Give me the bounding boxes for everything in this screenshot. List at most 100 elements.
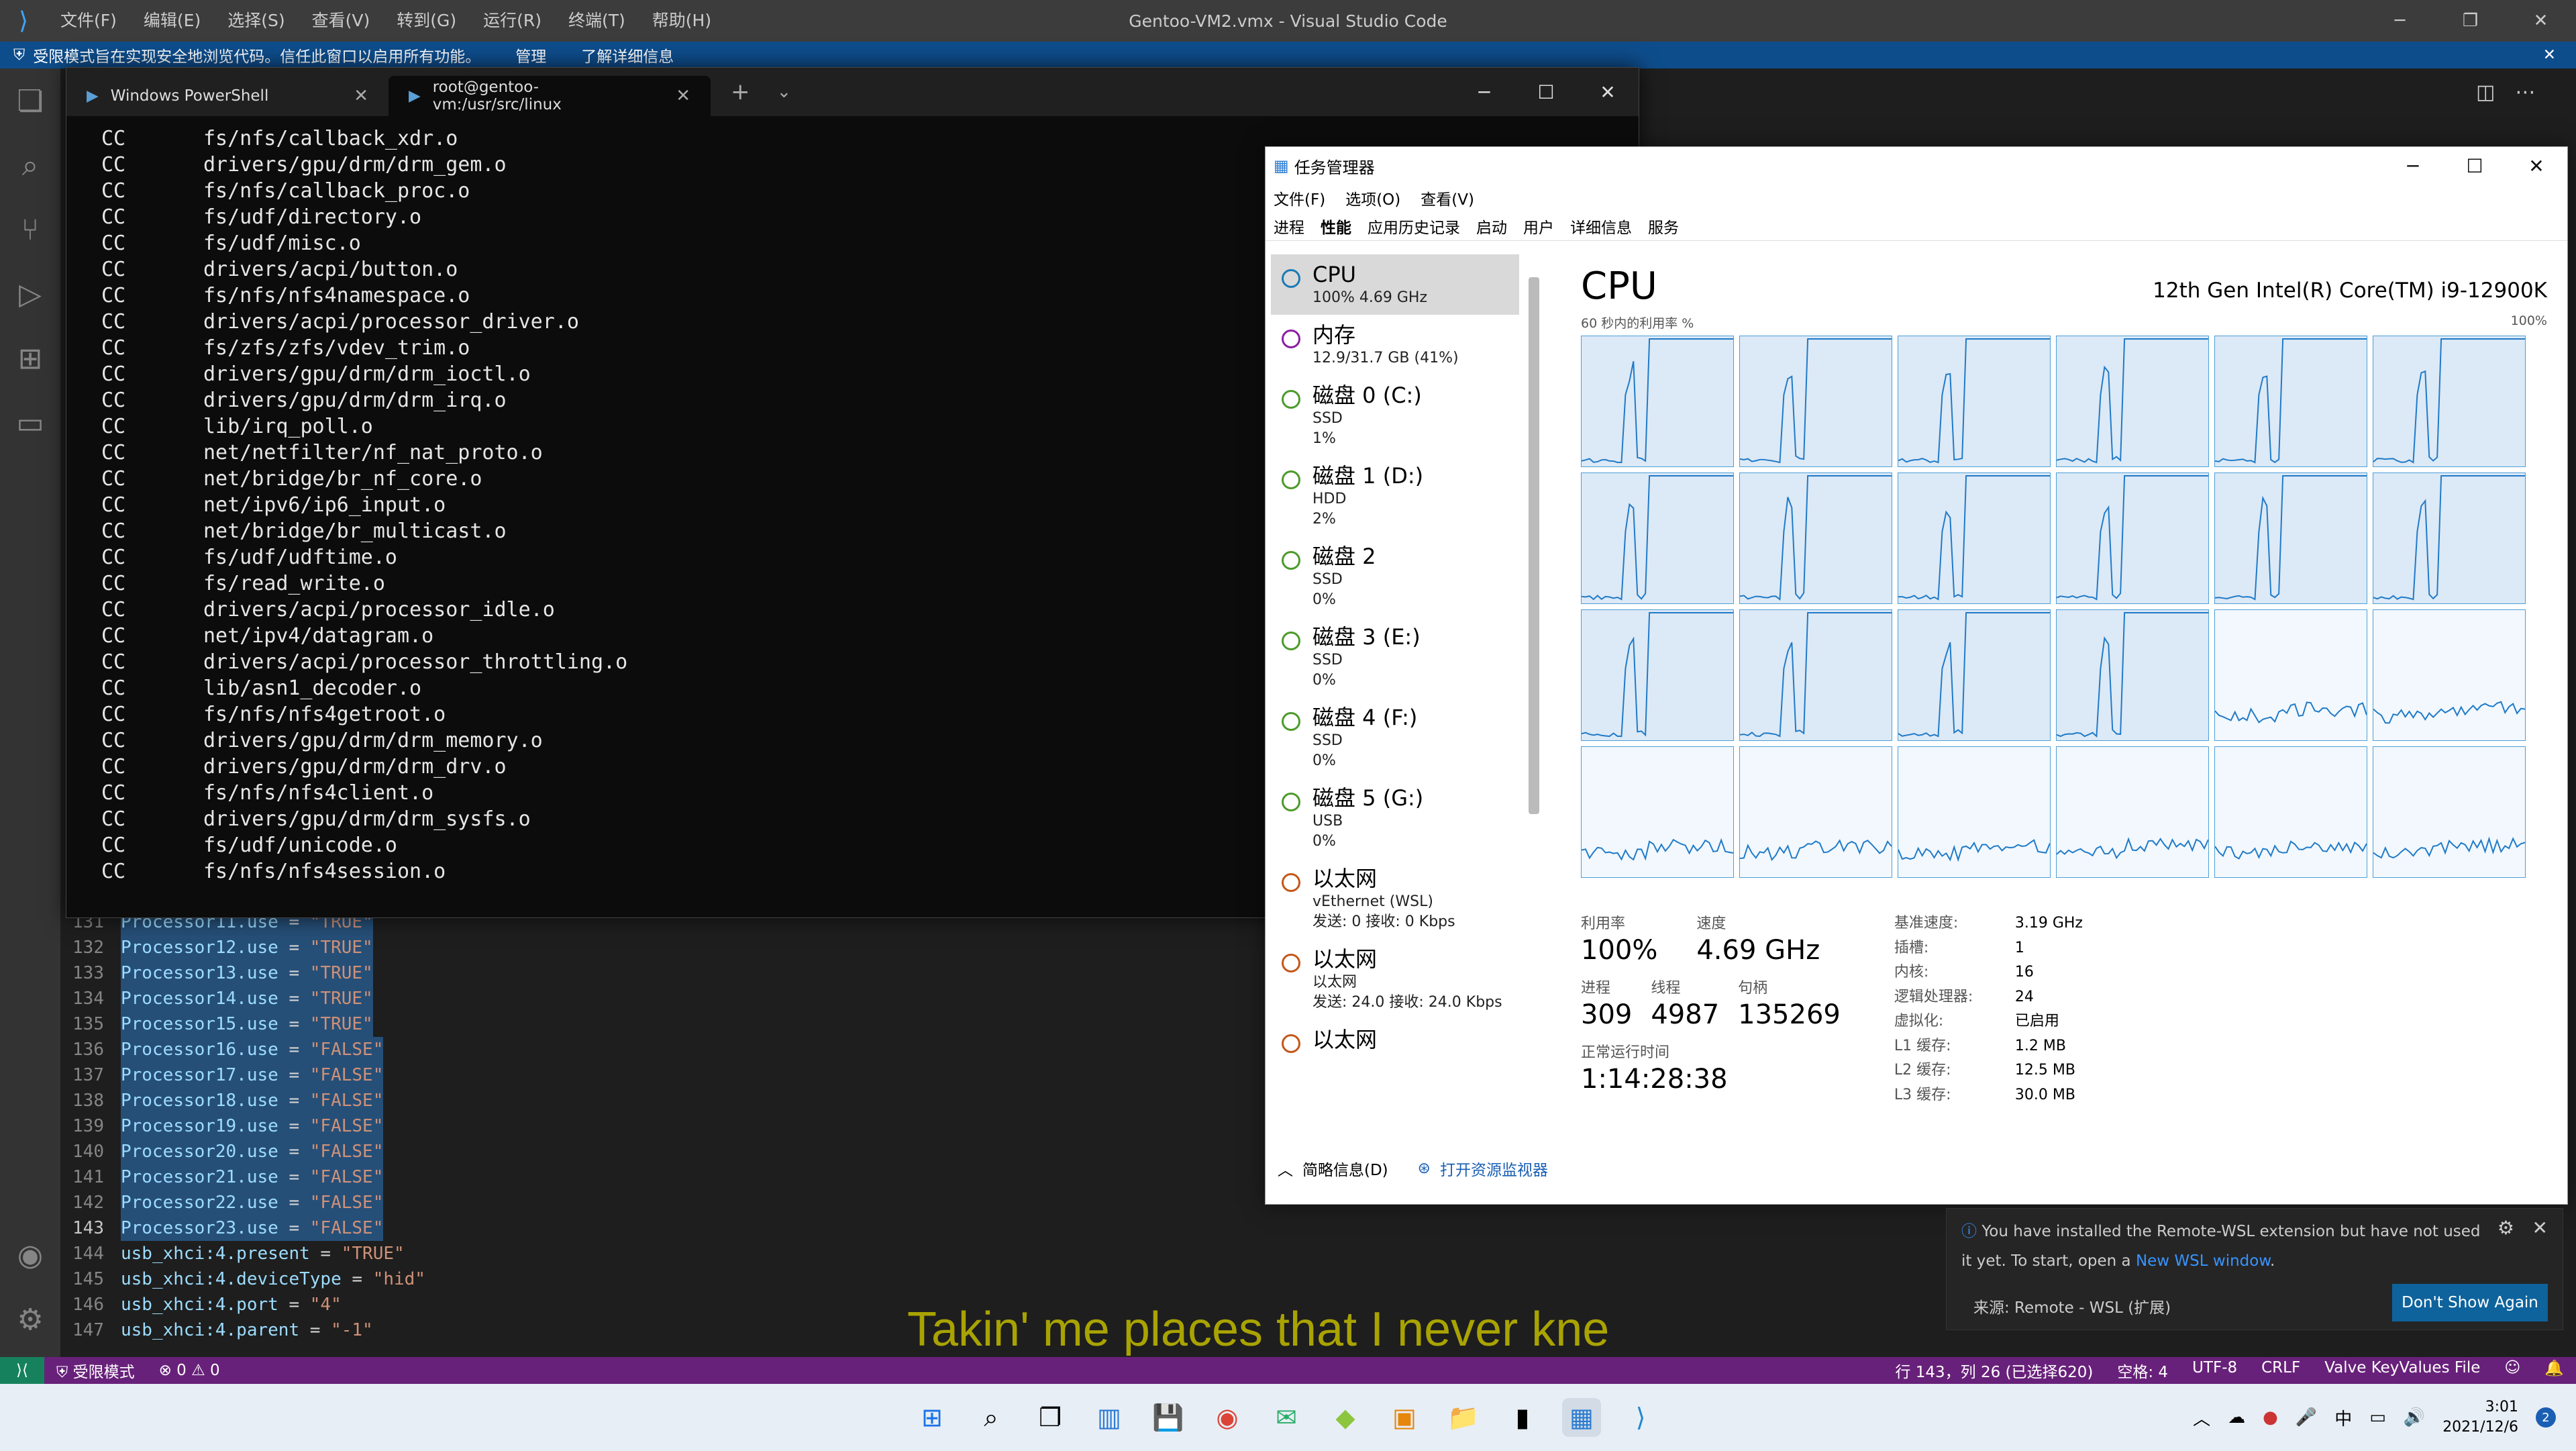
task-manager-window[interactable]: ▦ 任务管理器 ─ ☐ ✕ 文件(F) 选项(O) 查看(V) 进程 性能 应用历史记录… [1265, 146, 2568, 1205]
cursor-position[interactable]: 行 143，列 26 (已选择620) [1883, 1359, 2105, 1382]
language-mode[interactable]: Valve KeyValues File [2312, 1359, 2492, 1382]
task-view-icon[interactable]: ❐ [1031, 1398, 1070, 1437]
chrome-icon[interactable]: ◉ [1208, 1398, 1247, 1437]
settings-gear-icon[interactable]: ⚙ [0, 1287, 60, 1352]
taskmgr-close-button[interactable]: ✕ [2506, 147, 2567, 185]
menu-item[interactable]: 编辑(E) [130, 0, 214, 42]
resource-item[interactable]: CPU 100% 4.69 GHz [1271, 254, 1519, 315]
notification-close-icon[interactable]: ✕ [2532, 1217, 2548, 1239]
taskmgr-tab[interactable]: 启动 [1476, 215, 1507, 238]
split-editor-icon[interactable]: ◫ [2476, 81, 2495, 114]
taskmgr-menu-item[interactable]: 文件(F) [1274, 187, 1325, 209]
code-line[interactable]: 143 Processor23.use = "FALSE" [60, 1215, 1644, 1241]
taskmgr-menu-item[interactable]: 选项(O) [1345, 187, 1400, 209]
tab-root-gentoo[interactable]: ▶ root@gentoo-vm:/usr/src/linux ✕ [389, 76, 711, 116]
resource-list-scrollbar[interactable] [1529, 277, 1539, 814]
menu-item[interactable]: 查看(V) [299, 0, 384, 42]
learn-more-link[interactable]: 了解详细信息 [581, 44, 674, 66]
menu-item[interactable]: 运行(R) [470, 0, 555, 42]
tab-close-icon[interactable]: ✕ [676, 86, 690, 106]
menu-item[interactable]: 文件(F) [47, 0, 130, 42]
task-manager-icon[interactable]: ▦ [1562, 1398, 1601, 1437]
resource-item[interactable]: 以太网 vEthernet (WSL) 发送: 0 接收: 0 Kbps [1271, 858, 1519, 939]
remote-explorer-icon[interactable]: ▭ [0, 391, 60, 455]
tab-powershell[interactable]: ▶ Windows PowerShell ✕ [66, 76, 389, 116]
chevron-up-icon[interactable]: ︿ [1278, 1157, 1293, 1180]
notification-settings-icon[interactable]: ⚙ [2497, 1217, 2514, 1239]
code-line[interactable]: 144 usb_xhci:4.present = "TRUE" [60, 1241, 1644, 1266]
more-actions-icon[interactable]: ⋯ [2515, 81, 2535, 114]
resource-item[interactable]: 磁盘 3 (E:) SSD 0% [1271, 617, 1519, 697]
save-floppy-icon[interactable]: 💾 [1149, 1398, 1188, 1437]
taskmgr-tab[interactable]: 用户 [1523, 215, 1554, 238]
resource-item[interactable]: 以太网 [1271, 1019, 1519, 1060]
onedrive-icon[interactable]: ☁ [2228, 1407, 2245, 1428]
close-button[interactable]: ✕ [2506, 0, 2576, 42]
file-explorer-icon[interactable]: 📁 [1444, 1398, 1483, 1437]
minimize-button[interactable]: ─ [2365, 0, 2435, 42]
network-icon[interactable]: ▭ [2369, 1407, 2386, 1428]
resource-item[interactable]: 以太网 以太网 发送: 24.0 接收: 24.0 Kbps [1271, 939, 1519, 1019]
taskmgr-tab[interactable]: 进程 [1274, 215, 1304, 238]
eol-status[interactable]: CRLF [2249, 1359, 2312, 1382]
indentation-status[interactable]: 空格: 4 [2105, 1359, 2180, 1382]
encoding-status[interactable]: UTF-8 [2180, 1359, 2249, 1382]
ime-indicator[interactable]: 中 [2334, 1405, 2352, 1430]
app-green-icon[interactable]: ◆ [1326, 1398, 1365, 1437]
vscode-icon[interactable]: ⟩ [1621, 1398, 1660, 1437]
menu-item[interactable]: 转到(G) [383, 0, 470, 42]
resource-item[interactable]: 磁盘 5 (G:) USB 0% [1271, 778, 1519, 858]
microphone-icon[interactable]: 🎤 [2296, 1407, 2317, 1428]
source-control-icon[interactable]: ⑂ [0, 197, 60, 262]
menu-item[interactable]: 终端(T) [555, 0, 639, 42]
tray-app-icon[interactable]: ● [2263, 1407, 2278, 1428]
taskmgr-tab[interactable]: 详细信息 [1570, 215, 1632, 238]
new-wsl-window-link[interactable]: New WSL window [2136, 1252, 2270, 1270]
start-windows-icon[interactable]: ⊞ [913, 1398, 951, 1437]
new-tab-icon[interactable]: + [731, 79, 750, 105]
taskmgr-tab[interactable]: 性能 [1321, 215, 1351, 238]
terminal-icon[interactable]: ▮ [1503, 1398, 1542, 1437]
run-debug-icon[interactable]: ▷ [0, 262, 60, 326]
dont-show-again-button[interactable]: Don't Show Again [2392, 1284, 2548, 1321]
resource-item[interactable]: 磁盘 0 (C:) SSD 1% [1271, 375, 1519, 456]
app-orange-icon[interactable]: ▣ [1385, 1398, 1424, 1437]
taskmgr-tab[interactable]: 服务 [1648, 215, 1679, 238]
terminal-minimize-button[interactable]: ─ [1453, 68, 1515, 116]
terminal-maximize-button[interactable]: ☐ [1515, 68, 1577, 116]
account-icon[interactable]: ◉ [0, 1223, 60, 1287]
resource-item[interactable]: 磁盘 1 (D:) HDD 2% [1271, 456, 1519, 536]
resource-item[interactable]: 磁盘 4 (F:) SSD 0% [1271, 697, 1519, 778]
restricted-mode-status[interactable]: ⛨ 受限模式 [44, 1359, 147, 1382]
wechat-icon[interactable]: ✉ [1267, 1398, 1306, 1437]
widgets-icon[interactable]: ▥ [1090, 1398, 1129, 1437]
menu-item[interactable]: 选择(S) [214, 0, 298, 42]
tab-close-icon[interactable]: ✕ [354, 86, 368, 106]
problems-status[interactable]: ⊗ 0 ⚠ 0 [147, 1362, 232, 1379]
taskmgr-minimize-button[interactable]: ─ [2382, 147, 2444, 185]
explorer-icon[interactable]: ❏ [0, 68, 60, 133]
remote-indicator-icon[interactable]: ⟩⟨ [0, 1357, 44, 1384]
feedback-icon[interactable]: ☺ [2492, 1359, 2532, 1382]
taskmgr-tab[interactable]: 应用历史记录 [1368, 215, 1460, 238]
code-line[interactable]: 145 usb_xhci:4.deviceType = "hid" [60, 1266, 1644, 1292]
notification-badge[interactable]: 2 [2536, 1407, 2556, 1428]
banner-close-icon[interactable]: ✕ [2543, 46, 2556, 64]
resource-item[interactable]: 磁盘 2 SSD 0% [1271, 536, 1519, 617]
menu-item[interactable]: 帮助(H) [639, 0, 725, 42]
extensions-icon[interactable]: ⊞ [0, 326, 60, 391]
clock[interactable]: 3:01 2021/12/6 [2442, 1397, 2518, 1438]
notification-bell-icon[interactable]: 🔔 [2532, 1359, 2576, 1382]
open-resource-monitor-link[interactable]: 打开资源监视器 [1440, 1157, 1548, 1180]
terminal-close-button[interactable]: ✕ [1577, 68, 1639, 116]
tray-chevron-up-icon[interactable]: ︿ [2193, 1405, 2210, 1430]
search-icon[interactable]: ⌕ [972, 1398, 1011, 1437]
taskmgr-maximize-button[interactable]: ☐ [2444, 147, 2506, 185]
chevron-down-icon[interactable]: ⌄ [777, 82, 792, 102]
taskmgr-menu-item[interactable]: 查看(V) [1421, 187, 1474, 209]
manage-link[interactable]: 管理 [515, 44, 546, 66]
search-icon[interactable]: ⌕ [0, 133, 60, 197]
resource-item[interactable]: 内存 12.9/31.7 GB (41%) [1271, 315, 1519, 375]
brief-info-button[interactable]: 简略信息(D) [1302, 1157, 1388, 1180]
volume-icon[interactable]: 🔊 [2404, 1407, 2425, 1428]
